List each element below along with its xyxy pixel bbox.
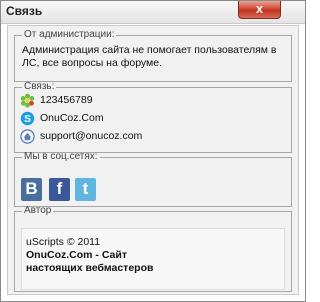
contact-icq[interactable]: 123456789 — [20, 92, 284, 111]
email-icon — [20, 129, 35, 147]
contact-legend: Связь: — [24, 81, 55, 92]
author-copyright: uScripts © 2011 — [26, 236, 101, 248]
contact-email[interactable]: support@onucoz.com — [20, 128, 284, 147]
author-legend: Автор — [24, 205, 52, 216]
vk-icon[interactable]: B — [21, 178, 42, 201]
author-site-link[interactable]: OnuCoz.Com - Сайт настоящих вебмастеров — [26, 249, 176, 275]
twitter-glyph: t — [82, 179, 89, 198]
author-box: uScripts © 2011 OnuCoz.Com - Сайт настоя… — [21, 228, 285, 290]
title-bar[interactable]: Связь x — [1, 1, 305, 24]
author-section: Автор uScripts © 2011 OnuCoz.Com - Сайт … — [14, 206, 292, 292]
admin-section: От администрации: Администрация сайта не… — [14, 30, 292, 82]
window-content: От администрации: Администрация сайта не… — [7, 25, 299, 295]
icq-icon — [20, 93, 35, 111]
facebook-icon[interactable]: f — [49, 178, 70, 201]
close-icon: x — [255, 1, 264, 16]
admin-message: Администрация сайта не помогает пользова… — [22, 44, 277, 69]
social-legend: Мы в соц.сетях: — [24, 151, 98, 162]
skype-name: OnuCoz.Com — [40, 112, 104, 124]
admin-legend: От администрации: — [24, 29, 115, 40]
close-button[interactable]: x — [238, 1, 281, 19]
facebook-glyph: f — [56, 179, 63, 198]
social-section: Мы в соц.сетях: B f t — [14, 152, 292, 207]
contact-window: Связь x От администрации: Администрация … — [0, 0, 306, 302]
skype-icon: S — [20, 111, 35, 129]
contact-section: Связь: 123456789 S OnuCoz.Com support@on… — [14, 82, 292, 153]
icq-number: 123456789 — [40, 94, 93, 106]
svg-text:S: S — [24, 114, 31, 125]
twitter-icon[interactable]: t — [75, 178, 96, 201]
email-address: support@onucoz.com — [40, 130, 143, 142]
contact-skype[interactable]: S OnuCoz.Com — [20, 110, 284, 129]
vk-glyph: B — [25, 179, 38, 198]
window-title: Связь — [6, 4, 43, 18]
